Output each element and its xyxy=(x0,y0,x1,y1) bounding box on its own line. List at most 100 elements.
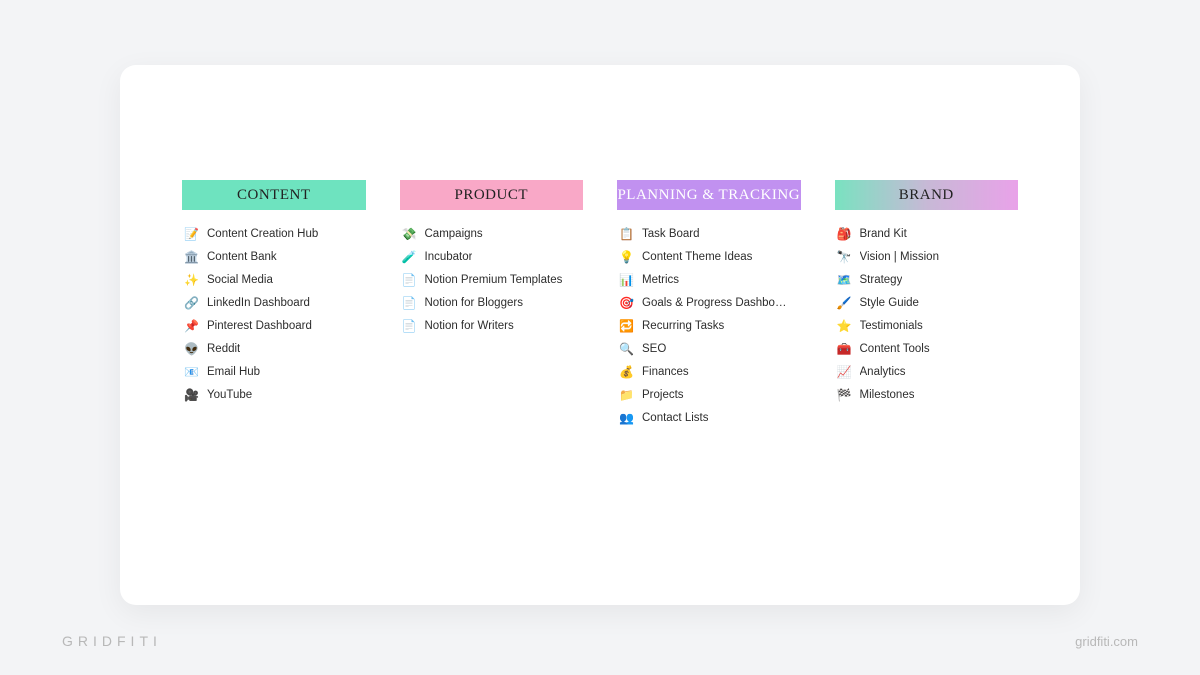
item-label: Notion Premium Templates xyxy=(425,274,563,286)
item-content-bank[interactable]: 🏛️ Content Bank xyxy=(182,245,366,268)
column-header-product: PRODUCT xyxy=(400,180,584,210)
item-label: Incubator xyxy=(425,251,473,263)
item-label: Notion for Writers xyxy=(425,320,514,332)
item-label: Social Media xyxy=(207,274,273,286)
brand-items: 🎒Brand Kit 🔭Vision | Mission 🗺️Strategy … xyxy=(835,222,1019,406)
page-icon: 📄 xyxy=(402,272,417,287)
planning-items: 📋 Task Board 💡 Content Theme Ideas 📊 Metric… xyxy=(617,222,801,429)
pinterest-icon: 📌 xyxy=(184,318,199,333)
flag-icon: 🏁 xyxy=(837,387,852,402)
item-label: Campaigns xyxy=(425,228,483,240)
dashboard-card: CONTENT 📝 Content Creation Hub 🏛️ Content … xyxy=(120,65,1080,605)
item-label: Content Theme Ideas xyxy=(642,251,752,263)
item-label: Content Bank xyxy=(207,251,277,263)
item-label: Projects xyxy=(642,389,684,401)
item-incubator[interactable]: 🧪 Incubator xyxy=(400,245,584,268)
toolbox-icon: 🧰 xyxy=(837,341,852,356)
item-label: YouTube xyxy=(207,389,252,401)
item-label: Notion for Bloggers xyxy=(425,297,523,309)
content-items: 📝 Content Creation Hub 🏛️ Content Bank ✨So… xyxy=(182,222,366,406)
item-brand-kit[interactable]: 🎒 Brand Kit xyxy=(835,222,1019,245)
bank-icon: 🏛️ xyxy=(184,249,199,264)
item-label: Content Creation Hub xyxy=(207,228,318,240)
column-header-planning: PLANNING & TRACKING xyxy=(617,180,801,210)
money-icon: 💸 xyxy=(402,226,417,241)
column-header-content: CONTENT xyxy=(182,180,366,210)
folder-icon: 📁 xyxy=(619,387,634,402)
briefcase-icon: 🎒 xyxy=(837,226,852,241)
item-contact-lists[interactable]: 👥 Contact Lists xyxy=(617,406,801,429)
item-finances[interactable]: 💰 Finances xyxy=(617,360,801,383)
item-task-board[interactable]: 📋 Task Board xyxy=(617,222,801,245)
item-content-creation-hub[interactable]: 📝 Content Creation Hub xyxy=(182,222,366,245)
chart-icon: 📈 xyxy=(837,364,852,379)
target-icon: 🎯 xyxy=(619,295,634,310)
item-label: Reddit xyxy=(207,343,240,355)
item-notion-for-bloggers[interactable]: 📄 Notion for Bloggers xyxy=(400,291,584,314)
item-youtube[interactable]: 🎥 YouTube xyxy=(182,383,366,406)
item-vision-mission[interactable]: 🔭 Vision | Mission xyxy=(835,245,1019,268)
item-label: Email Hub xyxy=(207,366,260,378)
item-label: Finances xyxy=(642,366,689,378)
contacts-icon: 👥 xyxy=(619,410,634,425)
item-label: Recurring Tasks xyxy=(642,320,724,332)
item-label: Milestones xyxy=(860,389,915,401)
item-label: Brand Kit xyxy=(860,228,907,240)
item-testimonials[interactable]: ⭐ Testimonials xyxy=(835,314,1019,337)
item-label: Contact Lists xyxy=(642,412,708,424)
watermark-logo: GRIDFITI xyxy=(62,633,162,649)
item-goals-progress-dashboard[interactable]: 🎯 Goals & Progress Dashbo… xyxy=(617,291,801,314)
item-style-guide[interactable]: 🖌️ Style Guide xyxy=(835,291,1019,314)
item-label: Task Board xyxy=(642,228,700,240)
youtube-icon: 🎥 xyxy=(184,387,199,402)
column-content: CONTENT 📝 Content Creation Hub 🏛️ Content … xyxy=(182,180,366,565)
notepad-icon: 📝 xyxy=(184,226,199,241)
item-campaigns[interactable]: 💸 Campaigns xyxy=(400,222,584,245)
item-notion-premium-templates[interactable]: 📄 Notion Premium Templates xyxy=(400,268,584,291)
item-social-media[interactable]: ✨Social Media xyxy=(182,268,366,291)
item-label: Metrics xyxy=(642,274,679,286)
item-content-theme-ideas[interactable]: 💡 Content Theme Ideas xyxy=(617,245,801,268)
item-label: Analytics xyxy=(860,366,906,378)
item-reddit[interactable]: 👽Reddit xyxy=(182,337,366,360)
item-label: Strategy xyxy=(860,274,903,286)
item-label: Content Tools xyxy=(860,343,930,355)
item-projects[interactable]: 📁 Projects xyxy=(617,383,801,406)
telescope-icon: 🔭 xyxy=(837,249,852,264)
item-seo[interactable]: 🔍 SEO xyxy=(617,337,801,360)
item-label: Testimonials xyxy=(860,320,923,332)
page-icon: 📄 xyxy=(402,295,417,310)
clipboard-icon: 📋 xyxy=(619,226,634,241)
item-pinterest-dashboard[interactable]: 📌 Pinterest Dashboard xyxy=(182,314,366,337)
flask-icon: 🧪 xyxy=(402,249,417,264)
item-content-tools[interactable]: 🧰 Content Tools xyxy=(835,337,1019,360)
item-strategy[interactable]: 🗺️ Strategy xyxy=(835,268,1019,291)
item-email-hub[interactable]: 📧 Email Hub xyxy=(182,360,366,383)
item-recurring-tasks[interactable]: 🔁 Recurring Tasks xyxy=(617,314,801,337)
map-icon: 🗺️ xyxy=(837,272,852,287)
bar-chart-icon: 📊 xyxy=(619,272,634,287)
item-label: Goals & Progress Dashbo… xyxy=(642,297,786,309)
lightbulb-icon: 💡 xyxy=(619,249,634,264)
item-label: Vision | Mission xyxy=(860,251,939,263)
item-label: Style Guide xyxy=(860,297,919,309)
column-planning-tracking: PLANNING & TRACKING 📋 Task Board 💡 Content… xyxy=(617,180,801,565)
email-icon: 📧 xyxy=(184,364,199,379)
paintbrush-icon: 🖌️ xyxy=(837,295,852,310)
item-milestones[interactable]: 🏁 Milestones xyxy=(835,383,1019,406)
item-label: SEO xyxy=(642,343,666,355)
repeat-icon: 🔁 xyxy=(619,318,634,333)
item-label: Pinterest Dashboard xyxy=(207,320,312,332)
magnifier-icon: 🔍 xyxy=(619,341,634,356)
item-analytics[interactable]: 📈 Analytics xyxy=(835,360,1019,383)
star-icon: ⭐ xyxy=(837,318,852,333)
money-bag-icon: 💰 xyxy=(619,364,634,379)
watermark-url: gridfiti.com xyxy=(1075,634,1138,649)
item-metrics[interactable]: 📊 Metrics xyxy=(617,268,801,291)
column-brand: BRAND 🎒Brand Kit 🔭Vision | Mission 🗺️Str… xyxy=(835,180,1019,565)
column-product: PRODUCT 💸 Campaigns 🧪 Incubator 📄 Notion Pr… xyxy=(400,180,584,565)
item-notion-for-writers[interactable]: 📄Notion for Writers xyxy=(400,314,584,337)
linkedin-icon: 🔗 xyxy=(184,295,199,310)
item-label: LinkedIn Dashboard xyxy=(207,297,310,309)
item-linkedin-dashboard[interactable]: 🔗 LinkedIn Dashboard xyxy=(182,291,366,314)
